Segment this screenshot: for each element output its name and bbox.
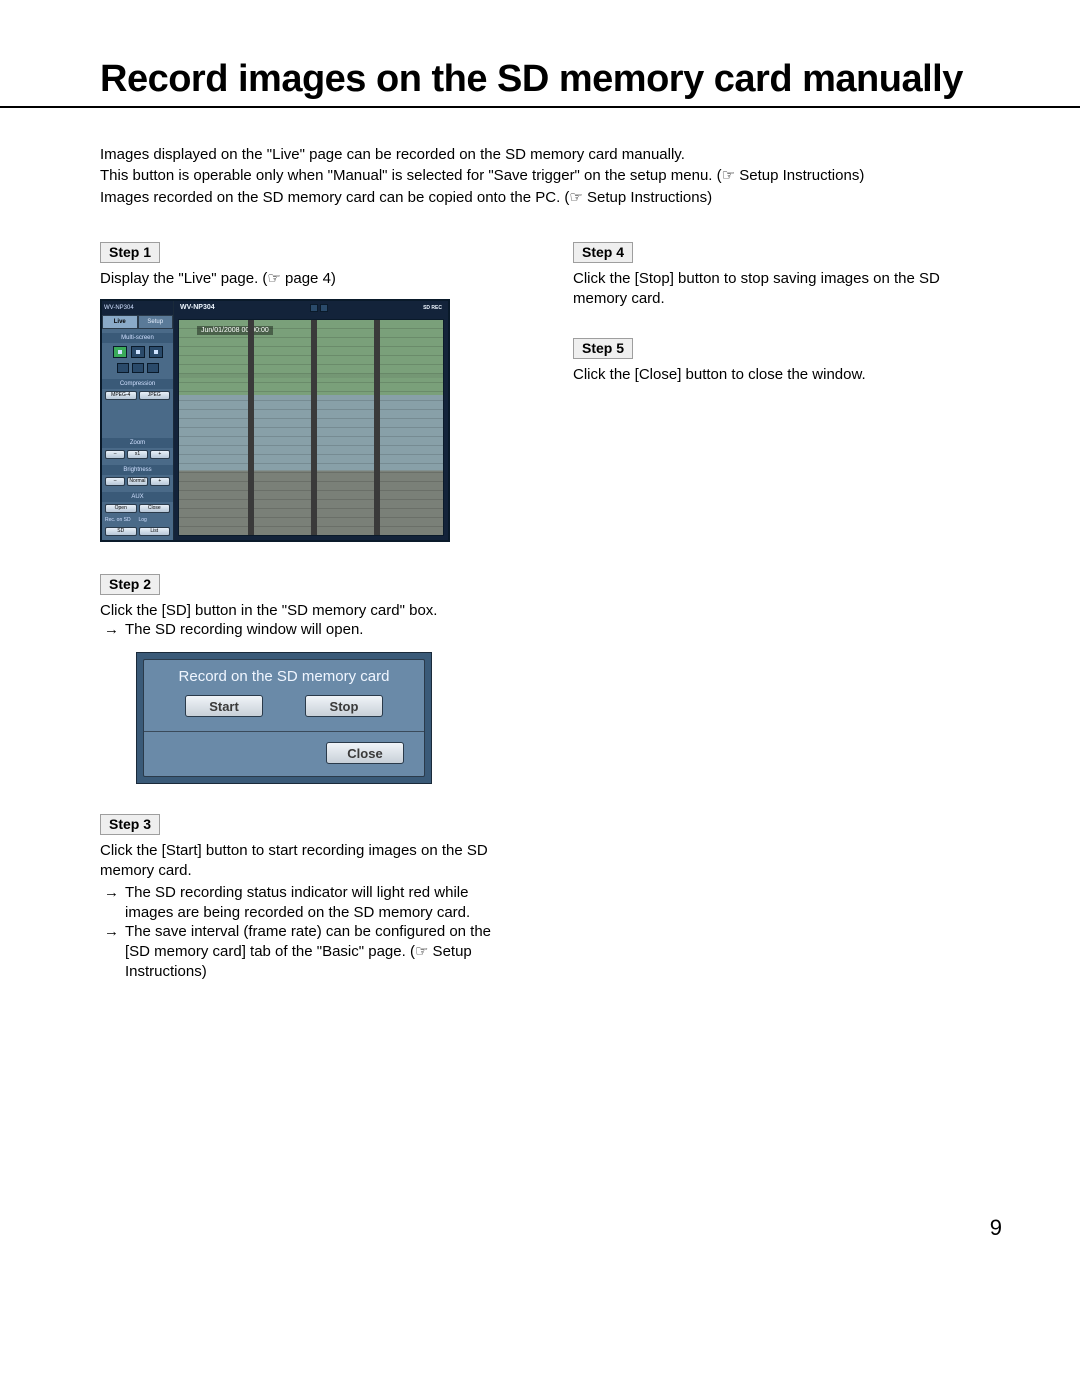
arrow-icon: → <box>104 922 119 981</box>
group-rec-on-sd: Rec. on SD <box>105 517 137 523</box>
audio-icon[interactable] <box>310 304 318 312</box>
brightness-normal-button[interactable]: Normal <box>127 477 147 486</box>
mic-icon[interactable] <box>320 304 328 312</box>
pointer-icon: ☞ <box>267 270 280 287</box>
group-multiscreen: Multi-screen <box>102 333 173 343</box>
pointer-icon: ☞ <box>722 167 735 184</box>
stop-button[interactable]: Stop <box>305 695 383 717</box>
arrow-icon: → <box>104 883 119 923</box>
aux-close-button[interactable]: Close <box>139 504 171 513</box>
group-compression: Compression <box>102 379 173 389</box>
multiscreen-icon[interactable] <box>149 346 163 358</box>
step-5-body: Click the [Close] button to close the wi… <box>573 365 990 385</box>
step-4-label: Step 4 <box>573 242 633 263</box>
multiscreen-icon[interactable] <box>147 363 159 373</box>
step-4: Step 4 Click the [Stop] button to stop s… <box>573 242 990 309</box>
group-log: Log <box>139 517 171 523</box>
pointer-icon: ☞ <box>569 189 582 206</box>
intro-line-2: This button is operable only when "Manua… <box>100 166 990 186</box>
zoom-x1-button[interactable]: x1 <box>127 450 147 459</box>
step-4-body: Click the [Stop] button to stop saving i… <box>573 269 990 309</box>
multiscreen-icon[interactable] <box>117 363 129 373</box>
step-5-label: Step 5 <box>573 338 633 359</box>
step-5: Step 5 Click the [Close] button to close… <box>573 338 990 385</box>
sd-rec-badge: SD REC <box>423 305 442 311</box>
sd-dialog-figure: Record on the SD memory card Start Stop … <box>136 652 432 784</box>
group-zoom: Zoom <box>102 438 173 448</box>
sd-dialog-title: Record on the SD memory card <box>154 668 414 685</box>
close-button[interactable]: Close <box>326 742 404 764</box>
step-2-body: Click the [SD] button in the "SD memory … <box>100 601 517 641</box>
tab-live[interactable]: Live <box>102 315 138 329</box>
step-1-label: Step 1 <box>100 242 160 263</box>
live-main-title: WV-NP304 <box>180 304 215 311</box>
live-sidebar: WV-NP304 Live Setup Multi-screen <box>102 301 174 540</box>
step-2-label: Step 2 <box>100 574 160 595</box>
step-3-label: Step 3 <box>100 814 160 835</box>
brightness-up-button[interactable]: + <box>150 477 170 486</box>
intro-block: Images displayed on the "Live" page can … <box>100 145 990 208</box>
brightness-down-button[interactable]: – <box>105 477 125 486</box>
step-3-body: Click the [Start] button to start record… <box>100 841 517 982</box>
multiscreen-icon[interactable] <box>132 363 144 373</box>
log-list-button[interactable]: List <box>139 527 171 536</box>
aux-open-button[interactable]: Open <box>105 504 137 513</box>
tab-setup[interactable]: Setup <box>138 315 174 329</box>
page-title: Record images on the SD memory card manu… <box>100 0 990 109</box>
mpeg4-button[interactable]: MPEG-4 <box>105 391 137 400</box>
multiscreen-icon[interactable] <box>131 346 145 358</box>
video-timestamp: Jun/01/2008 00:00:00 <box>197 326 273 335</box>
sd-button[interactable]: SD <box>105 527 137 536</box>
zoom-in-button[interactable]: + <box>150 450 170 459</box>
multiscreen-icon[interactable] <box>113 346 127 358</box>
page-number: 9 <box>990 1215 1002 1241</box>
step-1-body: Display the "Live" page. (☞ page 4) <box>100 269 517 289</box>
step-3: Step 3 Click the [Start] button to start… <box>100 814 517 982</box>
step-1: Step 1 Display the "Live" page. (☞ page … <box>100 242 517 289</box>
left-column: Step 1 Display the "Live" page. (☞ page … <box>100 242 517 1012</box>
right-column: Step 4 Click the [Stop] button to stop s… <box>573 242 990 1012</box>
title-rule <box>0 106 1080 108</box>
intro-line-3: Images recorded on the SD memory card ca… <box>100 188 990 208</box>
live-model-label: WV-NP304 <box>102 301 173 315</box>
zoom-out-button[interactable]: – <box>105 450 125 459</box>
live-page-figure: WV-NP304 Live Setup Multi-screen <box>100 299 450 542</box>
start-button[interactable]: Start <box>185 695 263 717</box>
pointer-icon: ☞ <box>415 943 428 960</box>
group-brightness: Brightness <box>102 465 173 475</box>
arrow-icon: → <box>104 620 119 640</box>
step-2: Step 2 Click the [SD] button in the "SD … <box>100 574 517 641</box>
live-video-area: Jun/01/2008 00:00:00 <box>178 319 444 536</box>
group-aux: AUX <box>102 492 173 502</box>
intro-line-1: Images displayed on the "Live" page can … <box>100 145 990 165</box>
jpeg-button[interactable]: JPEG <box>139 391 171 400</box>
